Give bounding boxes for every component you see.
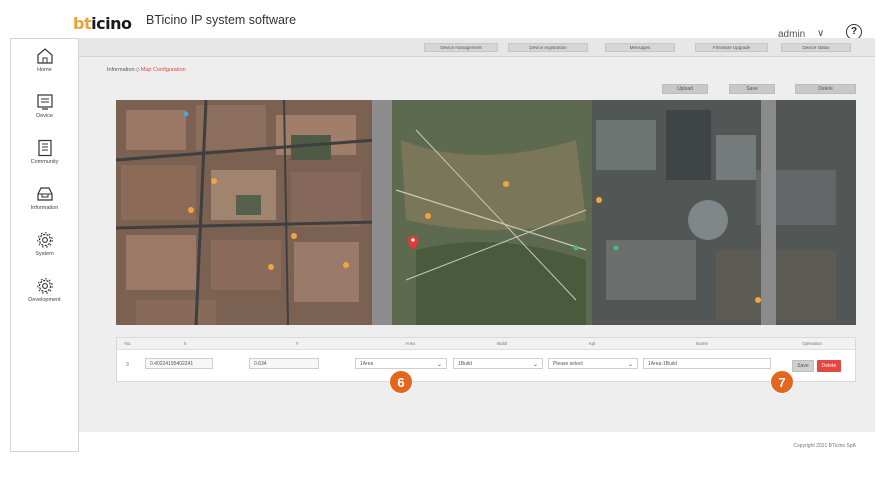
- home-icon: [36, 48, 53, 64]
- breadcrumb-separator-icon: ◇: [135, 67, 140, 73]
- system-gear-icon: [36, 232, 53, 248]
- sidebar-item-device[interactable]: Device: [11, 93, 78, 137]
- aerial-map: [116, 100, 856, 325]
- y-field[interactable]: 0.634: [249, 358, 319, 369]
- col-no: No.: [124, 341, 132, 346]
- sidebar-item-development[interactable]: Development: [11, 277, 78, 321]
- information-icon: [36, 187, 53, 201]
- col-x: X: [183, 341, 187, 346]
- app-title: BTicino IP system software: [146, 13, 297, 27]
- sidebar: Home Device Community Information System…: [10, 38, 79, 452]
- tab-firmware-upgrade[interactable]: Firmware Upgrade: [695, 43, 768, 52]
- row-number: 3: [126, 362, 129, 368]
- sidebar-item-label: Information: [30, 205, 59, 211]
- table-header: No. X Y Area Build Apt Name Operation: [117, 338, 855, 350]
- build-select[interactable]: 1Build ⌄: [453, 358, 543, 369]
- logo-text-a: bt: [73, 13, 92, 33]
- tab-messages[interactable]: Messages: [605, 43, 675, 52]
- chevron-down-icon: ⌄: [627, 362, 633, 368]
- x-field[interactable]: 0.40224195402241: [145, 358, 213, 369]
- tab-device-registration[interactable]: Device registration: [508, 43, 588, 52]
- col-build: Build: [496, 341, 507, 346]
- tab-device-status[interactable]: Device status: [781, 43, 851, 52]
- map-points-table: No. X Y Area Build Apt Name Operation 3 …: [116, 337, 856, 382]
- upload-button[interactable]: Upload: [662, 84, 708, 94]
- delete-row-button[interactable]: Delete: [817, 360, 841, 372]
- footer: [79, 432, 875, 452]
- sidebar-item-label: Device: [36, 113, 53, 119]
- device-icon: [36, 94, 53, 110]
- development-gear-icon: [36, 278, 53, 294]
- save-map-button[interactable]: Save: [729, 84, 775, 94]
- logo-text-b: icino: [91, 13, 132, 33]
- app-window: bticino BTicino IP system software admin…: [0, 0, 880, 489]
- map-image[interactable]: [116, 100, 856, 325]
- breadcrumb-current: Map Configuration: [140, 67, 186, 73]
- name-input[interactable]: 1Area-1Build: [643, 358, 771, 369]
- chevron-down-icon: ⌄: [532, 362, 538, 368]
- build-select-value: 1Build: [458, 360, 472, 367]
- save-row-button[interactable]: Save: [792, 360, 814, 372]
- col-area: Area: [405, 341, 415, 346]
- sidebar-item-home[interactable]: Home: [11, 47, 78, 91]
- apt-select-value: Please select: [553, 360, 583, 367]
- breadcrumb-parent[interactable]: Information: [107, 67, 135, 73]
- col-operation: Operation: [802, 341, 822, 346]
- area-select-value: 1Area: [360, 360, 374, 367]
- tab-device-management[interactable]: Device management: [424, 43, 498, 52]
- area-select[interactable]: 1Area ⌄: [355, 358, 447, 369]
- sidebar-item-label: System: [35, 251, 54, 257]
- bticino-logo: bticino: [73, 13, 132, 33]
- breadcrumb: Information◇Map Configuration: [107, 67, 186, 73]
- delete-map-button[interactable]: Delete: [795, 84, 856, 94]
- sidebar-item-system[interactable]: System: [11, 231, 78, 275]
- callout-marker-7: 7: [770, 370, 794, 394]
- col-y: Y: [295, 341, 299, 346]
- chevron-down-icon: ⌄: [436, 362, 442, 368]
- sidebar-item-label: Home: [37, 67, 52, 73]
- sidebar-item-label: Development: [28, 297, 61, 303]
- col-name: Name: [695, 341, 708, 346]
- apt-select[interactable]: Please select ⌄: [548, 358, 638, 369]
- sidebar-item-information[interactable]: Information: [11, 185, 78, 229]
- copyright-text: Copyright 2021 BTicino SpA: [793, 443, 856, 449]
- top-bar: bticino BTicino IP system software admin…: [0, 0, 880, 40]
- callout-marker-6: 6: [389, 370, 413, 394]
- community-icon: [37, 139, 52, 157]
- sidebar-item-label: Community: [30, 159, 59, 165]
- col-apt: Apt: [588, 341, 596, 346]
- sidebar-item-community[interactable]: Community: [11, 139, 78, 183]
